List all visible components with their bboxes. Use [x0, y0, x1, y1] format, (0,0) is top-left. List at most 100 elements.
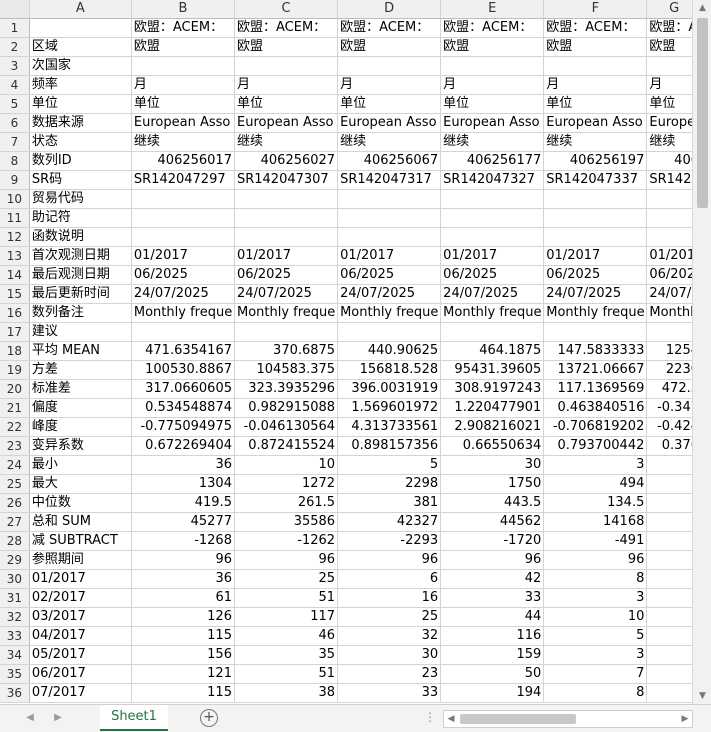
cell-a29[interactable]: 参照期间	[29, 550, 132, 570]
cell-c9[interactable]: SR142047307	[234, 170, 339, 190]
cell-d29[interactable]: 96	[337, 550, 442, 570]
select-all-corner[interactable]	[0, 0, 30, 19]
cell-g28[interactable]	[646, 531, 692, 551]
cell-c29[interactable]: 96	[234, 550, 339, 570]
column-header-b[interactable]: B	[131, 0, 235, 19]
cell-a31[interactable]: 02/2017	[29, 588, 132, 608]
cell-c22[interactable]: -0.046130564	[234, 417, 339, 437]
cell-b33[interactable]: 115	[131, 626, 235, 646]
cell-f11[interactable]	[543, 208, 648, 228]
cell-a14[interactable]: 最后观测日期	[29, 265, 132, 285]
cell-d6[interactable]: European Asso	[337, 113, 442, 133]
cell-b12[interactable]	[131, 227, 235, 247]
cell-g30[interactable]	[646, 569, 692, 589]
cell-b30[interactable]: 36	[131, 569, 235, 589]
cell-f32[interactable]: 10	[543, 607, 648, 627]
cell-b34[interactable]: 156	[131, 645, 235, 665]
cell-e19[interactable]: 95431.39605	[440, 360, 545, 380]
cell-d15[interactable]: 24/07/2025	[337, 284, 442, 304]
cell-a26[interactable]: 中位数	[29, 493, 132, 513]
row-header[interactable]: 2	[0, 37, 30, 57]
cell-g5[interactable]: 单位	[646, 94, 692, 114]
cell-g26[interactable]	[646, 493, 692, 513]
cell-b17[interactable]	[131, 322, 235, 342]
cell-g16[interactable]: Monthl	[646, 303, 692, 323]
cell-c21[interactable]: 0.982915088	[234, 398, 339, 418]
cell-a27[interactable]: 总和 SUM	[29, 512, 132, 532]
cell-f18[interactable]: 147.5833333	[543, 341, 648, 361]
cell-a15[interactable]: 最后更新时间	[29, 284, 132, 304]
cell-d23[interactable]: 0.898157356	[337, 436, 442, 456]
cell-g32[interactable]	[646, 607, 692, 627]
cell-g4[interactable]: 月	[646, 75, 692, 95]
split-handle-icon[interactable]: ⋮	[424, 710, 436, 724]
cell-a1[interactable]	[29, 18, 132, 38]
cell-a33[interactable]: 04/2017	[29, 626, 132, 646]
cell-c32[interactable]: 117	[234, 607, 339, 627]
cell-b27[interactable]: 45277	[131, 512, 235, 532]
cell-b14[interactable]: 06/2025	[131, 265, 235, 285]
cell-g36[interactable]	[646, 683, 692, 703]
cell-d3[interactable]	[337, 56, 442, 76]
cell-f6[interactable]: European Asso	[543, 113, 648, 133]
cell-d31[interactable]: 16	[337, 588, 442, 608]
cell-b11[interactable]	[131, 208, 235, 228]
cell-c6[interactable]: European Asso	[234, 113, 339, 133]
cell-g11[interactable]	[646, 208, 692, 228]
column-header-d[interactable]: D	[337, 0, 442, 19]
cell-e34[interactable]: 159	[440, 645, 545, 665]
cell-b32[interactable]: 126	[131, 607, 235, 627]
cell-c25[interactable]: 1272	[234, 474, 339, 494]
cell-c20[interactable]: 323.3935296	[234, 379, 339, 399]
cell-g14[interactable]: 06/202	[646, 265, 692, 285]
cell-c5[interactable]: 单位	[234, 94, 339, 114]
cell-e36[interactable]: 194	[440, 683, 545, 703]
cell-d20[interactable]: 396.0031919	[337, 379, 442, 399]
cell-a5[interactable]: 单位	[29, 94, 132, 114]
cell-c23[interactable]: 0.872415524	[234, 436, 339, 456]
cell-g6[interactable]: Europe	[646, 113, 692, 133]
cell-g9[interactable]: SR1420	[646, 170, 692, 190]
cell-b19[interactable]: 100530.8867	[131, 360, 235, 380]
cell-a4[interactable]: 频率	[29, 75, 132, 95]
cell-e33[interactable]: 116	[440, 626, 545, 646]
row-header[interactable]: 13	[0, 246, 30, 266]
cell-a3[interactable]: 次国家	[29, 56, 132, 76]
cell-d21[interactable]: 1.569601972	[337, 398, 442, 418]
cell-d9[interactable]: SR142047317	[337, 170, 442, 190]
cell-d13[interactable]: 01/2017	[337, 246, 442, 266]
row-header[interactable]: 25	[0, 474, 30, 494]
row-header[interactable]: 24	[0, 455, 30, 475]
cell-d1[interactable]: 欧盟：ACEM：	[337, 18, 442, 38]
cell-g12[interactable]	[646, 227, 692, 247]
cell-e30[interactable]: 42	[440, 569, 545, 589]
cell-e31[interactable]: 33	[440, 588, 545, 608]
cell-e29[interactable]: 96	[440, 550, 545, 570]
cell-d27[interactable]: 42327	[337, 512, 442, 532]
cell-g15[interactable]: 24/07/	[646, 284, 692, 304]
cell-f4[interactable]: 月	[543, 75, 648, 95]
cell-a17[interactable]: 建议	[29, 322, 132, 342]
cell-g13[interactable]: 01/201	[646, 246, 692, 266]
cell-g24[interactable]	[646, 455, 692, 475]
cell-f27[interactable]: 14168	[543, 512, 648, 532]
cell-a7[interactable]: 状态	[29, 132, 132, 152]
cell-f35[interactable]: 7	[543, 664, 648, 684]
cell-c10[interactable]	[234, 189, 339, 209]
cell-d28[interactable]: -2293	[337, 531, 442, 551]
row-header[interactable]: 21	[0, 398, 30, 418]
cell-e16[interactable]: Monthly freque	[440, 303, 545, 323]
cell-e35[interactable]: 50	[440, 664, 545, 684]
cell-g18[interactable]: 1254	[646, 341, 692, 361]
row-header[interactable]: 23	[0, 436, 30, 456]
cell-e11[interactable]	[440, 208, 545, 228]
cell-f3[interactable]	[543, 56, 648, 76]
cell-a36[interactable]: 07/2017	[29, 683, 132, 703]
row-header[interactable]: 4	[0, 75, 30, 95]
cell-g33[interactable]	[646, 626, 692, 646]
cell-d36[interactable]: 33	[337, 683, 442, 703]
cell-f22[interactable]: -0.706819202	[543, 417, 648, 437]
row-header[interactable]: 7	[0, 132, 30, 152]
row-header[interactable]: 18	[0, 341, 30, 361]
row-header[interactable]: 26	[0, 493, 30, 513]
